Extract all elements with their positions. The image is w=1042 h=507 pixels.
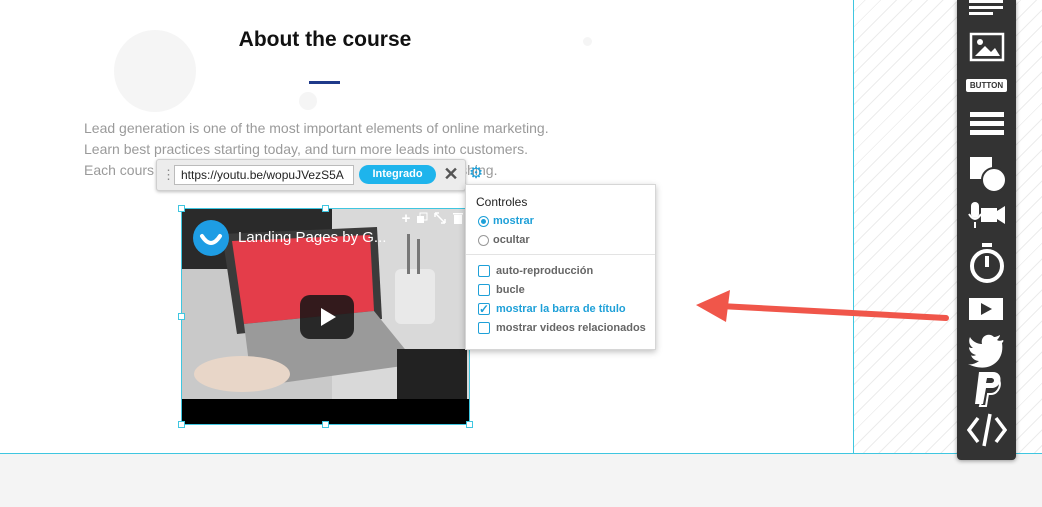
decorative-circle xyxy=(299,92,317,110)
media-tool[interactable] xyxy=(957,198,1016,238)
code-tool[interactable] xyxy=(957,410,1016,450)
twitter-tool[interactable] xyxy=(957,330,1016,370)
play-icon xyxy=(321,308,336,326)
video-element-tools: + xyxy=(395,211,470,228)
radio-unselected[interactable] xyxy=(478,235,489,246)
media-icon xyxy=(968,202,1005,228)
editor-canvas: About the course Lead generation is one … xyxy=(0,0,1042,507)
body-line: Lead generation is one of the most impor… xyxy=(84,120,549,136)
twitter-icon xyxy=(968,334,1004,368)
resize-handle-l[interactable] xyxy=(178,313,185,320)
video-icon xyxy=(969,298,1003,320)
resize-handle-br[interactable] xyxy=(466,421,473,428)
form-icon xyxy=(970,112,1004,135)
checkbox[interactable] xyxy=(478,322,490,334)
image-icon xyxy=(969,32,1005,62)
close-icon[interactable]: ✕ xyxy=(443,164,459,184)
element-toolbar: BUTTON xyxy=(957,0,1016,460)
body-line: Learn best practices starting today, and… xyxy=(84,141,529,157)
button-icon: BUTTON xyxy=(966,79,1007,92)
shapes-icon xyxy=(970,157,1007,193)
divider xyxy=(466,254,655,255)
next-section-band[interactable] xyxy=(0,453,1042,507)
radio-selected[interactable] xyxy=(478,216,489,227)
gear-icon[interactable]: ⚙ xyxy=(468,165,484,183)
section-heading[interactable]: About the course xyxy=(200,28,450,52)
resize-handle-t[interactable] xyxy=(322,205,329,212)
checkbox[interactable] xyxy=(478,284,490,296)
timer-tool[interactable] xyxy=(957,240,1016,283)
paypal-icon xyxy=(975,372,1001,407)
text-tool[interactable] xyxy=(957,0,1016,34)
text-icon xyxy=(969,0,1003,15)
video-element[interactable]: Landing Pages by G... xyxy=(181,208,470,425)
video-tool[interactable] xyxy=(957,292,1016,332)
radio-label: ocultar xyxy=(493,234,530,246)
video-url-toolbar: ⋮ Integrado ✕ ⚙ xyxy=(156,159,483,191)
play-button[interactable] xyxy=(300,295,354,339)
checkbox-label: mostrar la barra de título xyxy=(496,303,626,315)
video-title: Landing Pages by G... xyxy=(238,229,387,246)
checkbox-label: mostrar videos relacionados xyxy=(496,322,646,334)
checkbox-checked[interactable] xyxy=(478,302,490,316)
resize-handle-b[interactable] xyxy=(322,421,329,428)
add-icon[interactable]: + xyxy=(399,211,413,226)
form-tool[interactable] xyxy=(957,106,1016,146)
delete-icon[interactable] xyxy=(451,212,465,226)
duplicate-icon[interactable] xyxy=(415,212,429,226)
video-url-input[interactable] xyxy=(174,165,354,185)
decorative-dot xyxy=(583,37,592,46)
embed-button[interactable]: Integrado xyxy=(359,165,436,184)
body-line-start: Each cours xyxy=(84,162,155,178)
video-settings-panel: Controles mostrar ocultar auto-reproducc… xyxy=(465,184,656,350)
decorative-circle xyxy=(114,30,196,112)
checkbox-label: bucle xyxy=(496,284,525,296)
code-icon xyxy=(967,413,1007,447)
heading-underline xyxy=(309,81,340,84)
resize-handle-bl[interactable] xyxy=(178,421,185,428)
settings-title: Controles xyxy=(476,195,528,209)
resize-icon[interactable] xyxy=(433,212,447,226)
timer-icon xyxy=(970,243,1004,283)
checkbox[interactable] xyxy=(478,265,490,277)
resize-handle-tl[interactable] xyxy=(178,205,185,212)
image-tool[interactable] xyxy=(957,30,1016,70)
checkbox-label: auto-reproducción xyxy=(496,265,594,277)
shapes-tool[interactable] xyxy=(957,152,1016,193)
radio-label: mostrar xyxy=(493,215,534,227)
annotation-arrow-icon xyxy=(696,290,949,322)
channel-logo-icon xyxy=(193,220,229,256)
paypal-tool[interactable] xyxy=(957,368,1016,408)
